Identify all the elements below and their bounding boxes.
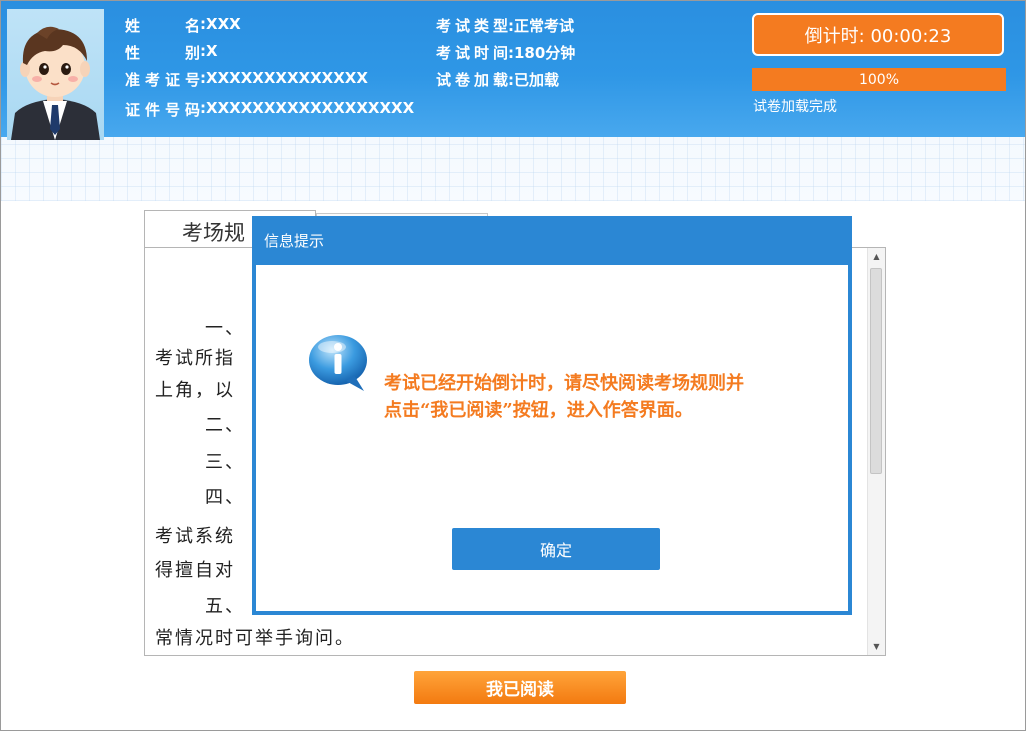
rule-line: 四、: [205, 487, 245, 508]
name-label: 姓 名: [125, 17, 200, 35]
paper-load-value: :已加载: [508, 71, 560, 89]
rule-line: 常情况时可举手询问。: [155, 628, 355, 649]
info-bubble-icon: [309, 335, 367, 391]
ticket-text: XXXXXXXXXXXXXX: [206, 69, 368, 87]
exam-time-text: 180分钟: [514, 44, 576, 62]
tab-exam-rules-label: 考场规: [182, 221, 245, 245]
scroll-thumb[interactable]: [870, 268, 882, 474]
gender-value: :X: [200, 42, 218, 60]
rule-line: 上角，以: [155, 380, 235, 401]
exam-window: 姓 名 :XXX 性 别 :X 准考证号 :XXXXXXXXXXXXXX 证件号…: [0, 0, 1026, 731]
rule-line: 三、: [205, 452, 245, 473]
exam-time-label: 考试时间: [436, 44, 508, 62]
gender-text: X: [206, 42, 218, 60]
avatar: [7, 9, 104, 140]
dialog-message-line: 考试已经开始倒计时，请尽快阅读考场规则并: [384, 373, 744, 394]
countdown-timer: 倒计时: 00:00:23: [752, 13, 1004, 56]
confirm-button[interactable]: 确定: [452, 528, 660, 570]
id-label: 证件号码: [125, 101, 200, 119]
ticket-label: 准考证号: [125, 71, 200, 89]
exam-time-value: :180分钟: [508, 44, 576, 62]
header: 姓 名 :XXX 性 别 :X 准考证号 :XXXXXXXXXXXXXX 证件号…: [1, 1, 1025, 201]
dialog-message: 考试已经开始倒计时，请尽快阅读考场规则并 点击“我已阅读”按钮，进入作答界面。: [384, 370, 834, 424]
rules-scrollbar[interactable]: ▲ ▼: [867, 248, 885, 655]
paper-load-label: 试卷加载: [436, 71, 508, 89]
load-progress-text: 100%: [858, 71, 900, 88]
info-dialog: 信息提示 考试已经开始倒计时，请尽快阅读考场规则并 点击“我已阅读”按钮，进入作…: [252, 216, 852, 615]
load-status-caption: 试卷加载完成: [753, 99, 837, 115]
dialog-message-line: 点击“我已阅读”按钮，进入作答界面。: [384, 400, 693, 421]
avatar-portrait-icon: [11, 26, 100, 140]
exam-type-label: 考试类型: [436, 17, 508, 35]
paper-load-text: 已加载: [514, 71, 560, 89]
rule-line: 一、: [205, 318, 245, 339]
name-text: XXX: [206, 15, 241, 33]
scroll-down-icon[interactable]: ▼: [868, 638, 885, 655]
exam-type-value: :正常考试: [508, 17, 575, 35]
id-text: XXXXXXXXXXXXXXXXXX: [206, 99, 415, 117]
gender-label: 性 别: [125, 44, 200, 62]
rule-line: 考试所指: [155, 348, 235, 369]
exam-type-text: 正常考试: [514, 17, 575, 35]
rule-line: 得擅自对: [155, 560, 235, 581]
rule-line: 五、: [205, 596, 245, 617]
name-value: :XXX: [200, 15, 241, 33]
scroll-up-icon[interactable]: ▲: [868, 248, 885, 265]
rule-line: 二、: [205, 415, 245, 436]
load-progress-bar: 100%: [752, 68, 1006, 91]
dialog-title: 信息提示: [256, 220, 848, 265]
rule-line: 考试系统: [155, 526, 235, 547]
i-have-read-button[interactable]: 我已阅读: [414, 671, 626, 704]
ticket-value: :XXXXXXXXXXXXXX: [200, 69, 368, 87]
id-value: :XXXXXXXXXXXXXXXXXX: [200, 99, 415, 117]
